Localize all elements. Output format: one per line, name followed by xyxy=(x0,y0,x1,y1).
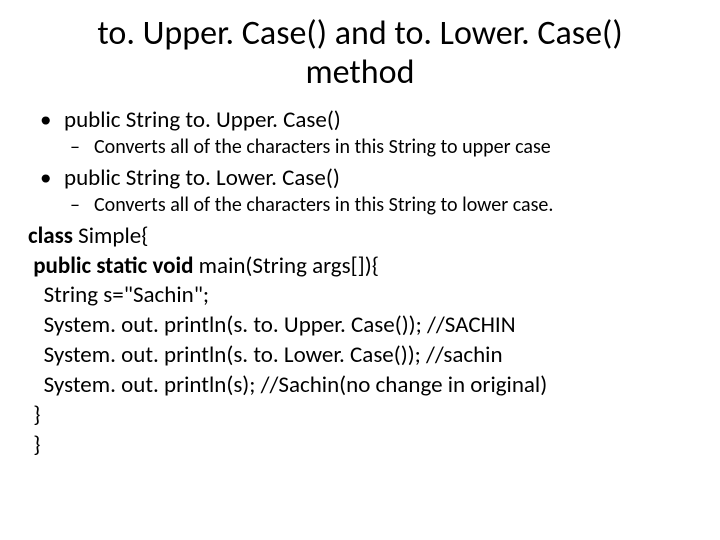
code-line-4: String s="Sachin"; xyxy=(28,281,692,311)
slide: to. Upper. Case() and to. Lower. Case() … xyxy=(0,0,720,540)
slide-title: to. Upper. Case() and to. Lower. Case() … xyxy=(28,14,692,92)
bullet-1: public String to. Upper. Case() Converts… xyxy=(34,106,692,160)
bullet-list: public String to. Upper. Case() Converts… xyxy=(28,106,692,218)
kw-class: class xyxy=(28,222,73,250)
code-line-6: System. out. println(s. to. Lower. Case(… xyxy=(28,341,692,371)
kw-psv: public static void xyxy=(28,252,193,280)
bullet-1-sub: Converts all of the characters in this S… xyxy=(64,135,692,160)
bullet-2: public String to. Lower. Case() Converts… xyxy=(34,164,692,218)
code-line-2b: main(String args[]){ xyxy=(193,252,378,280)
code-line-9: } xyxy=(28,431,692,461)
bullet-1-sub-text: Converts all of the characters in this S… xyxy=(64,135,692,160)
bullet-2-sub-text: Converts all of the characters in this S… xyxy=(64,193,692,218)
bullet-2-sub: Converts all of the characters in this S… xyxy=(64,193,692,218)
code-line-7: System. out. println(s); //Sachin(no cha… xyxy=(28,371,692,401)
code-block: class Simple{ public static void main(St… xyxy=(28,222,692,461)
code-line-8: } xyxy=(28,401,692,431)
code-line-5: System. out. println(s. to. Upper. Case(… xyxy=(28,311,692,341)
code-line-1b: Simple{ xyxy=(73,222,148,250)
code-line-1: class Simple{ xyxy=(28,222,692,252)
code-line-2: public static void main(String args[]){ xyxy=(28,252,692,282)
bullet-1-text: public String to. Upper. Case() xyxy=(64,106,341,134)
bullet-2-text: public String to. Lower. Case() xyxy=(64,164,340,192)
